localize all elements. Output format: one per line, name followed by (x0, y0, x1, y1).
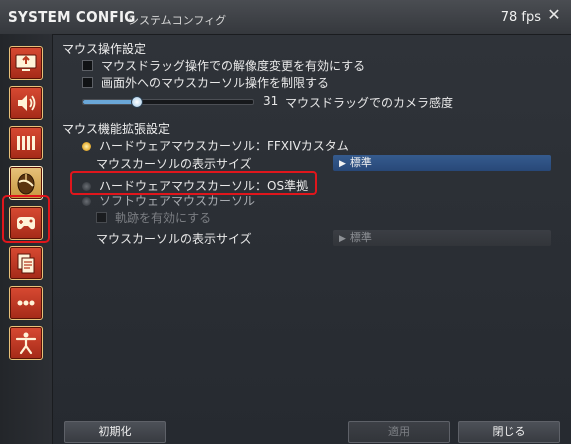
resolution-change-label: マウスドラッグ操作での解像度変更を有効にする (101, 59, 366, 73)
apply-button[interactable]: 適用 (348, 421, 450, 443)
restrict-cursor-option[interactable]: 画面外へのマウスカーソル操作を制限する (82, 74, 329, 91)
speaker-icon (18, 95, 36, 111)
close-icon[interactable]: ✕ (546, 7, 562, 23)
category-sidebar (0, 34, 53, 444)
category-sound[interactable] (9, 86, 43, 120)
category-display[interactable] (9, 46, 43, 80)
settings-panel: マウス操作設定 マウスドラッグ操作での解像度変更を有効にする 画面外へのマウスカ… (55, 34, 571, 414)
gamepad-icon (17, 217, 35, 230)
hw-cursor-custom-label: ハードウェアマウスカーソル：FFXIVカスタム (99, 139, 349, 153)
dropdown-arrow-icon: ▶ (339, 234, 346, 244)
hw-cursor-custom-option[interactable]: ハードウェアマウスカーソル：FFXIVカスタム (82, 137, 349, 154)
category-hud[interactable] (9, 126, 43, 160)
mouse-operation-heading: マウス操作設定 (62, 42, 147, 56)
mouse-extension-heading: マウス機能拡張設定 (62, 122, 171, 136)
restrict-cursor-checkbox[interactable] (82, 77, 93, 88)
trail-option: 軌跡を有効にする (96, 209, 211, 226)
cursor-size-dropdown[interactable]: ▶ 標準 (333, 155, 551, 171)
monitor-icon (15, 54, 37, 71)
cursor-size-dropdown-2: ▶ 標準 (333, 230, 551, 246)
sw-cursor-option[interactable]: ソフトウェアマウスカーソル (82, 192, 255, 209)
category-gamepad[interactable] (9, 206, 43, 240)
window-title: SYSTEM CONFIG (8, 8, 136, 26)
sw-cursor-radio[interactable] (82, 197, 91, 206)
mouse-icon (17, 173, 35, 195)
cursor-size-label-2: マウスカーソルの表示サイズ (96, 232, 252, 246)
accessibility-icon (15, 332, 37, 355)
trail-label: 軌跡を有効にする (115, 211, 212, 225)
window-subtitle: システムコンフィグ (128, 14, 227, 27)
slider-thumb[interactable] (131, 96, 143, 108)
camera-sensitivity-value: 31 (263, 94, 279, 108)
resolution-change-checkbox[interactable] (82, 60, 93, 71)
slider-fill (83, 100, 136, 104)
reset-button[interactable]: 初期化 (64, 421, 166, 443)
bars-icon (17, 136, 35, 150)
restrict-cursor-label: 画面外へのマウスカーソル操作を制限する (101, 76, 330, 90)
cursor-size-value-2: 標準 (349, 231, 372, 244)
camera-sensitivity-label: マウスドラッグでのカメラ感度 (285, 96, 454, 110)
sw-cursor-label: ソフトウェアマウスカーソル (99, 194, 256, 208)
hw-cursor-custom-radio[interactable] (82, 142, 91, 151)
cursor-size-label: マウスカーソルの表示サイズ (96, 157, 252, 171)
cursor-size-value: 標準 (349, 156, 372, 169)
camera-sensitivity-slider[interactable] (82, 96, 254, 108)
more-icon (17, 300, 35, 306)
title-bar: SYSTEM CONFIG システムコンフィグ 78 fps ✕ (0, 0, 571, 35)
fps-counter: 78 fps (500, 10, 541, 25)
dropdown-arrow-icon: ▶ (339, 159, 346, 169)
trail-checkbox (96, 212, 107, 223)
category-accessibility[interactable] (9, 326, 43, 360)
category-more[interactable] (9, 286, 43, 320)
category-other[interactable] (9, 246, 43, 280)
documents-icon (17, 253, 35, 274)
resolution-change-option[interactable]: マウスドラッグ操作での解像度変更を有効にする (82, 57, 365, 74)
close-button[interactable]: 閉じる (458, 421, 560, 443)
